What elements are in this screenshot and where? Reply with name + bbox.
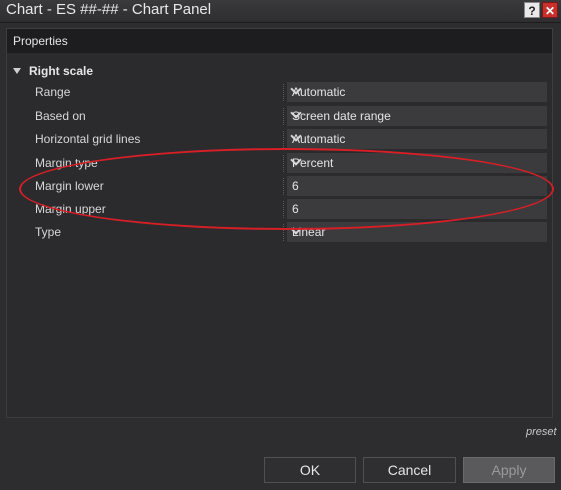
properties-title: Properties [13, 34, 68, 48]
row-divider [283, 201, 285, 218]
property-label: Type [35, 225, 62, 239]
margin-upper-input[interactable]: 6 [287, 199, 547, 219]
property-row-range: Range Automatic [7, 82, 552, 103]
property-row-based-on: Based on Screen date range [7, 106, 552, 127]
apply-button[interactable]: Apply [463, 457, 555, 483]
horizontal-grid-lines-dropdown[interactable]: Automatic [287, 129, 547, 149]
cancel-button[interactable]: Cancel [363, 457, 456, 483]
margin-lower-input[interactable]: 6 [287, 176, 547, 196]
type-dropdown[interactable]: Linear [287, 222, 547, 242]
collapse-triangle-icon[interactable] [13, 68, 21, 74]
row-divider [283, 178, 285, 195]
preset-link[interactable]: preset [526, 426, 557, 438]
window-title: Chart - ES ##-## - Chart Panel [6, 1, 212, 18]
properties-header: Properties [7, 29, 552, 53]
input-value: 6 [292, 202, 299, 216]
based-on-dropdown[interactable]: Screen date range [287, 106, 547, 126]
margin-type-dropdown[interactable]: Percent [287, 153, 547, 173]
section-label: Right scale [29, 64, 94, 78]
title-bar: Chart - ES ##-## - Chart Panel ? ✕ [0, 0, 561, 23]
help-icon[interactable]: ? [524, 2, 540, 18]
property-row-type: Type Linear [7, 222, 552, 243]
property-label: Based on [35, 109, 86, 123]
properties-panel: Properties Right scale Range Automatic B… [6, 28, 553, 418]
row-divider [283, 84, 285, 101]
dropdown-value: Screen date range [292, 109, 391, 123]
row-divider [283, 224, 285, 241]
input-value: 6 [292, 179, 299, 193]
ok-button[interactable]: OK [264, 457, 356, 483]
range-dropdown[interactable]: Automatic [287, 82, 547, 102]
row-divider [283, 131, 285, 148]
property-row-margin-lower: Margin lower 6 [7, 176, 552, 197]
close-icon[interactable]: ✕ [542, 2, 558, 18]
property-row-horizontal-grid-lines: Horizontal grid lines Automatic [7, 129, 552, 150]
property-label: Horizontal grid lines [35, 132, 141, 146]
row-divider [283, 108, 285, 125]
property-row-margin-type: Margin type Percent [7, 153, 552, 174]
property-row-margin-upper: Margin upper 6 [7, 199, 552, 220]
property-label: Margin lower [35, 179, 104, 193]
property-label: Margin upper [35, 202, 106, 216]
property-label: Range [35, 85, 71, 99]
row-divider [283, 155, 285, 172]
property-label: Margin type [35, 156, 98, 170]
section-right-scale[interactable]: Right scale [13, 64, 93, 78]
